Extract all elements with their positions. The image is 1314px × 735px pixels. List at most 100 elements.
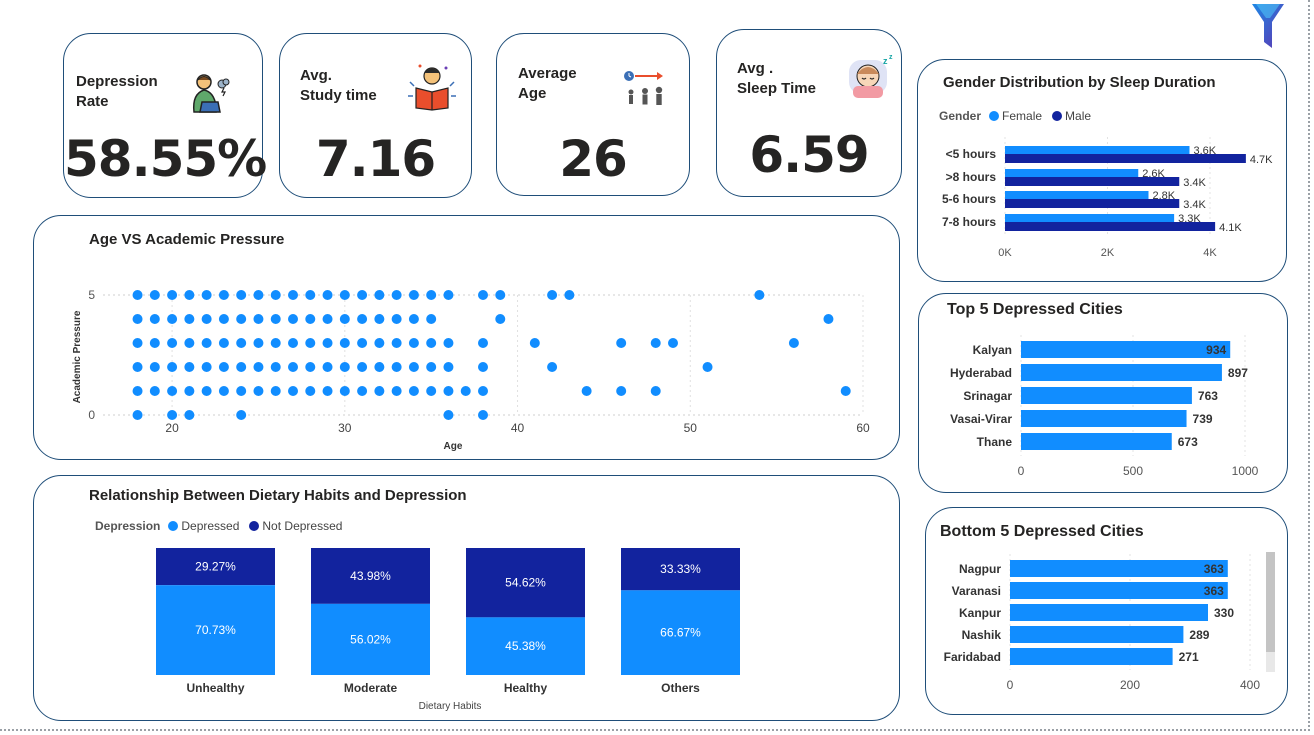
bar[interactable] (1010, 560, 1228, 577)
scatter-point[interactable] (339, 314, 350, 324)
scatter-point[interactable] (408, 314, 419, 324)
scatter-point[interactable] (616, 386, 627, 396)
scatter-point[interactable] (270, 362, 281, 372)
scatter-point[interactable] (149, 314, 160, 324)
scatter-point[interactable] (288, 386, 298, 396)
bar[interactable] (1021, 387, 1192, 404)
scrollbar-thumb[interactable] (1266, 552, 1275, 652)
scatter-point[interactable] (391, 290, 402, 300)
scatter-point[interactable] (218, 362, 229, 372)
scatter-point[interactable] (218, 386, 229, 396)
scatter-point[interactable] (391, 338, 402, 348)
scatter-point[interactable] (149, 386, 160, 396)
scatter-point[interactable] (391, 314, 402, 324)
scatter-point[interactable] (236, 290, 247, 300)
scatter-point[interactable] (270, 290, 281, 300)
scatter-point[interactable] (788, 338, 799, 348)
scatter-point[interactable] (391, 362, 402, 372)
scatter-point[interactable] (374, 290, 385, 300)
scatter-point[interactable] (668, 338, 678, 348)
scatter-point[interactable] (132, 362, 143, 372)
bar-female[interactable] (1005, 146, 1190, 154)
scatter-point[interactable] (253, 290, 264, 300)
scatter-point[interactable] (149, 362, 160, 372)
bottom5-chart[interactable]: 0 200 400 Nagpur 363 Varanasi 363 Kanpur 330 Nash… (925, 507, 1288, 715)
scatter-point[interactable] (443, 386, 454, 396)
scatter-point[interactable] (426, 290, 437, 300)
scatter-point[interactable] (547, 290, 558, 300)
scatter-point[interactable] (478, 290, 488, 300)
scatter-point[interactable] (184, 362, 195, 372)
scatter-point[interactable] (357, 362, 368, 372)
scatter-chart[interactable]: 0 5 20 30 40 50 60 Age Academic Pressure (33, 215, 900, 460)
bar-male[interactable] (1005, 222, 1216, 231)
scatter-point[interactable] (322, 290, 333, 300)
scatter-point[interactable] (288, 338, 298, 348)
scatter-point[interactable] (167, 410, 178, 420)
scatter-point[interactable] (754, 290, 765, 300)
scatter-point[interactable] (184, 410, 195, 420)
scatter-point[interactable] (443, 290, 454, 300)
scatter-point[interactable] (426, 362, 437, 372)
scatter-point[interactable] (702, 362, 713, 372)
scatter-point[interactable] (322, 386, 333, 396)
bar[interactable] (1021, 410, 1187, 427)
scatter-point[interactable] (149, 290, 160, 300)
scatter-point[interactable] (357, 386, 368, 396)
scatter-point[interactable] (339, 338, 350, 348)
scatter-point[interactable] (184, 314, 195, 324)
scatter-point[interactable] (408, 290, 419, 300)
scatter-point[interactable] (374, 386, 385, 396)
bar[interactable] (1010, 648, 1173, 665)
scatter-point[interactable] (218, 290, 229, 300)
scatter-point[interactable] (443, 362, 454, 372)
scatter-point[interactable] (322, 338, 333, 348)
scatter-point[interactable] (495, 314, 506, 324)
scatter-point[interactable] (132, 338, 143, 348)
scatter-point[interactable] (253, 338, 264, 348)
scatter-point[interactable] (253, 362, 264, 372)
scatter-point[interactable] (132, 314, 143, 324)
scatter-point[interactable] (478, 386, 488, 396)
scatter-point[interactable] (305, 338, 316, 348)
scatter-point[interactable] (288, 290, 298, 300)
scatter-point[interactable] (374, 362, 385, 372)
scatter-point[interactable] (236, 386, 247, 396)
scatter-point[interactable] (495, 290, 506, 300)
scatter-point[interactable] (236, 314, 247, 324)
scatter-point[interactable] (218, 314, 229, 324)
kpi-card-depression-rate[interactable]: Depression Rate 58.55% (63, 33, 267, 198)
scatter-point[interactable] (288, 314, 298, 324)
scatter-point[interactable] (236, 362, 247, 372)
scatter-point[interactable] (443, 338, 454, 348)
scatter-point[interactable] (339, 290, 350, 300)
scatter-point[interactable] (253, 314, 264, 324)
scatter-point[interactable] (201, 338, 212, 348)
scatter-point[interactable] (339, 362, 350, 372)
scatter-point[interactable] (581, 386, 592, 396)
scatter-point[interactable] (478, 338, 488, 348)
scatter-point[interactable] (650, 386, 661, 396)
scatter-point[interactable] (201, 314, 212, 324)
scatter-point[interactable] (270, 314, 281, 324)
bar-male[interactable] (1005, 199, 1180, 208)
bar[interactable] (1010, 604, 1208, 621)
scatter-point[interactable] (564, 290, 575, 300)
scatter-point[interactable] (478, 410, 488, 420)
bar-female[interactable] (1005, 214, 1175, 222)
scatter-point[interactable] (823, 314, 834, 324)
scatter-point[interactable] (443, 410, 454, 420)
scatter-point[interactable] (305, 386, 316, 396)
scatter-point[interactable] (840, 386, 851, 396)
scatter-point[interactable] (408, 338, 419, 348)
scatter-point[interactable] (478, 362, 488, 372)
scatter-point[interactable] (253, 386, 264, 396)
bar[interactable] (1021, 364, 1222, 381)
kpi-card-study-time[interactable]: Avg. Study time 7.16 (279, 33, 472, 198)
scatter-point[interactable] (236, 338, 247, 348)
bar-female[interactable] (1005, 169, 1139, 177)
scatter-point[interactable] (218, 338, 229, 348)
bar-female[interactable] (1005, 191, 1149, 199)
scatter-point[interactable] (167, 362, 178, 372)
scatter-point[interactable] (305, 362, 316, 372)
